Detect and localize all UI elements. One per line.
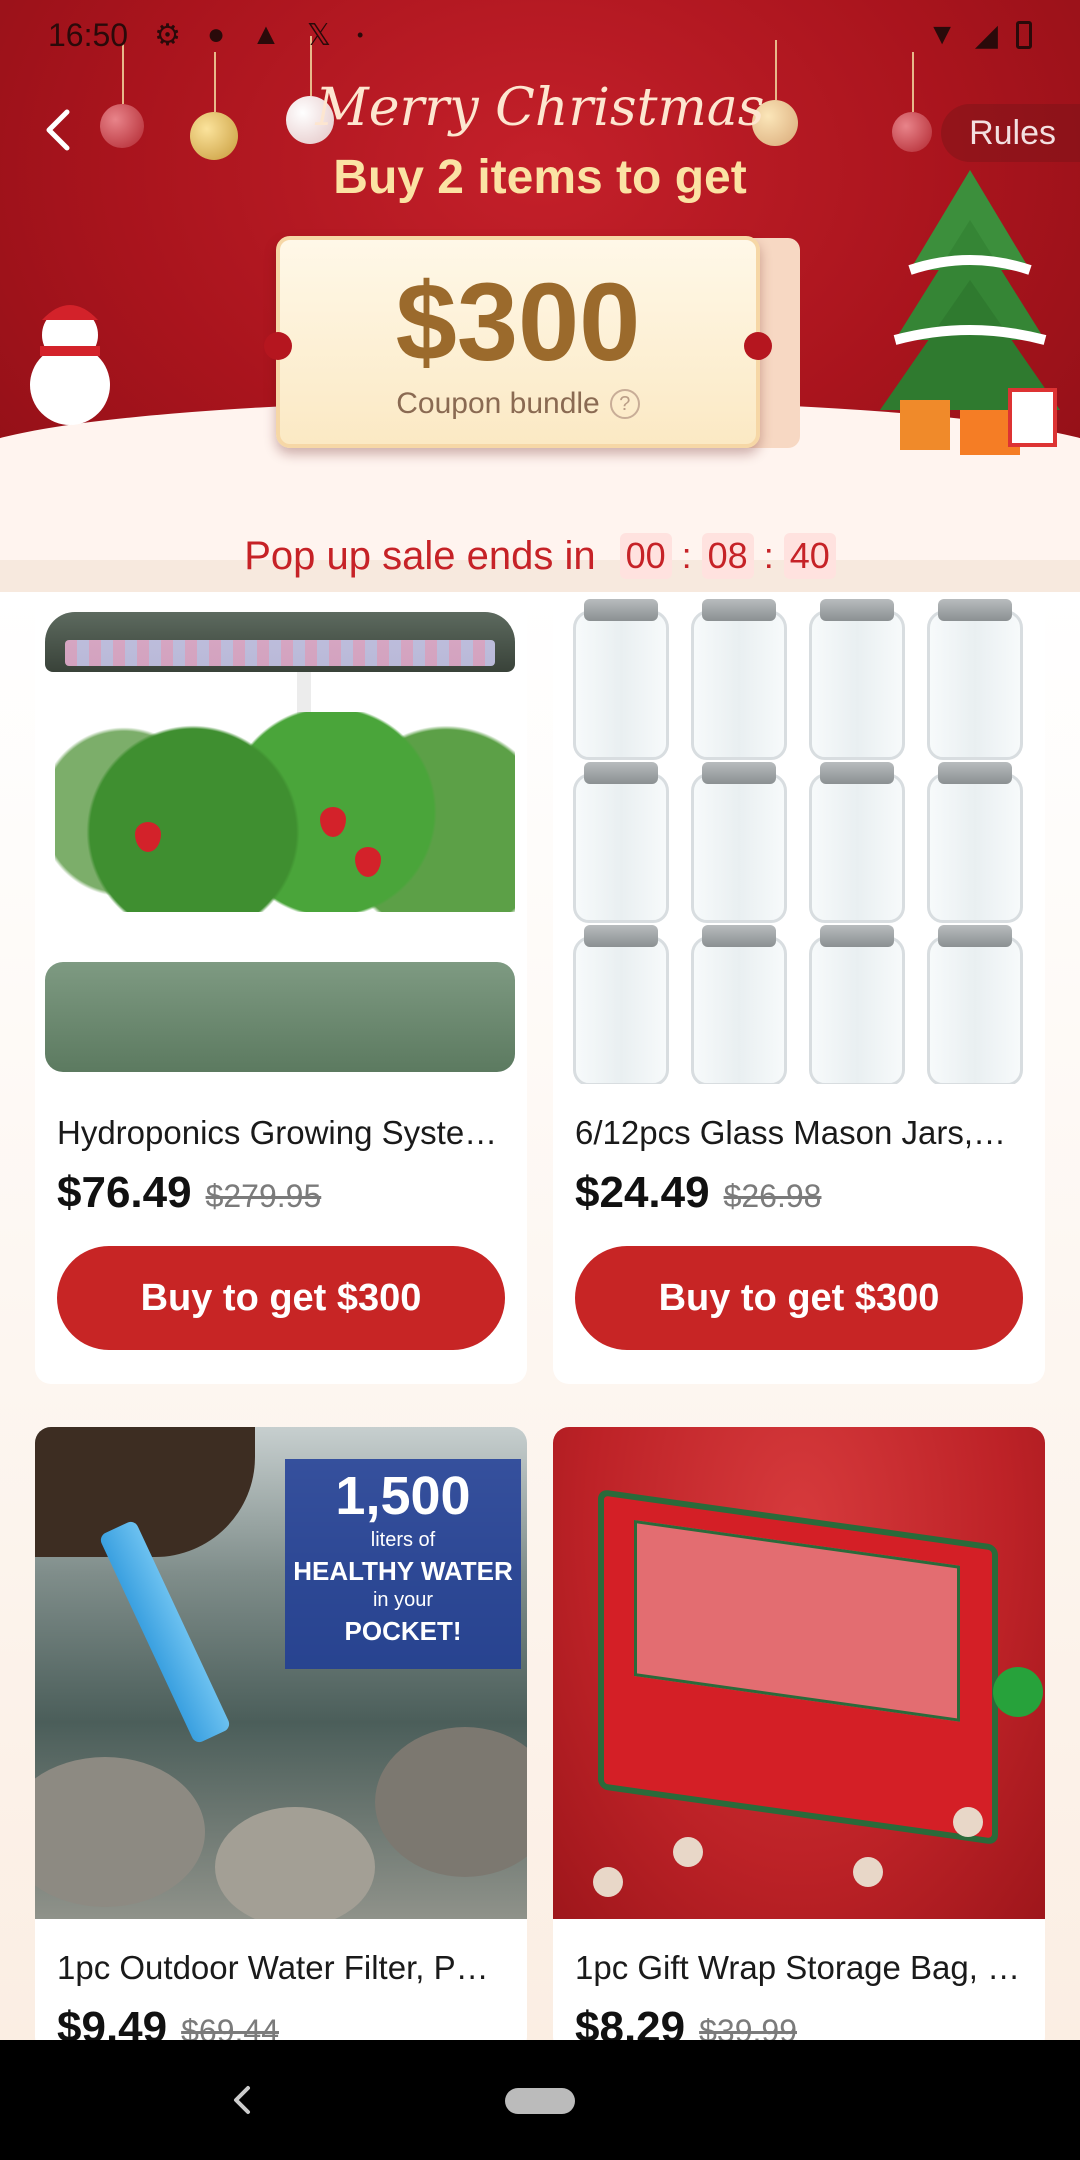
water-promo-line: POCKET! (344, 1616, 462, 1646)
product-card[interactable]: Hydroponics Growing Syste… $76.49 $279.9… (35, 592, 527, 1384)
status-bar: 16:50 ⚙ ● ▲ 𝕏 • ▼ ◢ (0, 0, 1080, 70)
countdown-separator: : (763, 535, 774, 576)
nav-home-pill[interactable] (505, 2088, 575, 2114)
product-card[interactable]: 1,500 liters of HEALTHY WATER in your PO… (35, 1427, 527, 2053)
jar-graphic (573, 925, 669, 1084)
water-liters-number: 1,500 (335, 1466, 471, 1526)
ornament-ball-graphic (673, 1837, 703, 1867)
planter-base-graphic (45, 962, 515, 1072)
jar-graphic (691, 925, 787, 1084)
person-graphic (35, 1427, 255, 1557)
jar-graphic (691, 762, 787, 923)
buy-button[interactable]: Buy to get $300 (575, 1246, 1023, 1350)
system-nav-bar (0, 2040, 1080, 2160)
dot-icon: • (356, 24, 364, 45)
rock-graphic (35, 1757, 205, 1907)
coupon-card: $300 Coupon bundle ? (264, 236, 772, 448)
jar-graphic (809, 762, 905, 923)
coupon-label: Coupon bundle (396, 387, 600, 420)
help-icon[interactable]: ? (609, 389, 640, 419)
chat-icon: ● (206, 18, 226, 51)
product-title[interactable]: 1pc Gift Wrap Storage Bag, … (575, 1949, 1023, 1987)
jar-graphic (809, 599, 905, 760)
product-image-mason-jars[interactable] (553, 592, 1045, 1084)
water-promo-line: HEALTHY WATER (293, 1556, 513, 1586)
product-card[interactable]: 6/12pcs Glass Mason Jars,… $24.49 $26.98… (553, 592, 1045, 1384)
product-image-water-filter[interactable]: 1,500 liters of HEALTHY WATER in your PO… (35, 1427, 527, 1919)
product-old-price: $26.98 (723, 1178, 822, 1214)
status-time: 16:50 (48, 16, 129, 53)
countdown-seconds: 40 (783, 533, 836, 579)
jar-graphic (573, 762, 669, 923)
product-old-price: $279.95 (205, 1178, 322, 1214)
coupon-amount: $300 (395, 261, 641, 384)
jar-graphic (927, 599, 1023, 760)
battery-icon (1016, 21, 1032, 49)
warning-icon: ▲ (251, 18, 281, 51)
water-promo-line: in your (372, 1589, 434, 1611)
product-price: $76.49 (57, 1168, 192, 1217)
snowman-icon (30, 305, 110, 425)
jar-graphic (691, 599, 787, 760)
product-price: $24.49 (575, 1168, 710, 1217)
jar-graphic (927, 925, 1023, 1084)
product-image-hydroponics[interactable] (35, 592, 527, 1084)
countdown-minutes: 08 (701, 533, 754, 579)
rock-graphic (375, 1727, 527, 1877)
buy-button[interactable]: Buy to get $300 (57, 1246, 505, 1350)
promo-headline: Buy 2 items to get (333, 151, 747, 204)
countdown-label: Pop up sale ends in (244, 533, 596, 578)
jar-graphic (809, 925, 905, 1084)
jar-graphic (573, 599, 669, 760)
ornament-ball-graphic (593, 1867, 623, 1897)
product-image-gift-bag[interactable] (553, 1427, 1045, 1919)
countdown-hours: 00 (619, 533, 672, 579)
x-icon: 𝕏 (306, 18, 331, 52)
product-card[interactable]: 1pc Gift Wrap Storage Bag, … $8.29 $39.9… (553, 1427, 1045, 2053)
rock-graphic (215, 1807, 375, 1919)
wifi-icon: ▼ (927, 18, 957, 51)
gear-icon: ⚙ (154, 18, 181, 52)
plants-graphic (55, 712, 515, 912)
ornament-ball-graphic (853, 1857, 883, 1887)
product-title[interactable]: 1pc Outdoor Water Filter, P… (57, 1949, 505, 1987)
water-promo-panel: 1,500 liters of HEALTHY WATER in your PO… (285, 1459, 521, 1669)
signal-icon: ◢ (974, 18, 998, 52)
gift-bag-graphic (598, 1488, 998, 1846)
ornament-ball-graphic (993, 1667, 1043, 1717)
product-title[interactable]: Hydroponics Growing Syste… (57, 1114, 505, 1152)
countdown-separator: : (681, 535, 692, 576)
water-promo-line: liters of (370, 1529, 436, 1551)
sale-countdown: Pop up sale ends in 00 : 08 : 40 (0, 520, 1080, 592)
product-title[interactable]: 6/12pcs Glass Mason Jars,… (575, 1114, 1023, 1152)
jar-graphic (927, 762, 1023, 923)
lamp-graphic (45, 612, 515, 672)
nav-back-icon[interactable] (222, 2080, 262, 2120)
greeting-text: Merry Christmas (315, 78, 765, 138)
ornament-ball-graphic (953, 1807, 983, 1837)
christmas-tree-icon (880, 170, 1060, 455)
